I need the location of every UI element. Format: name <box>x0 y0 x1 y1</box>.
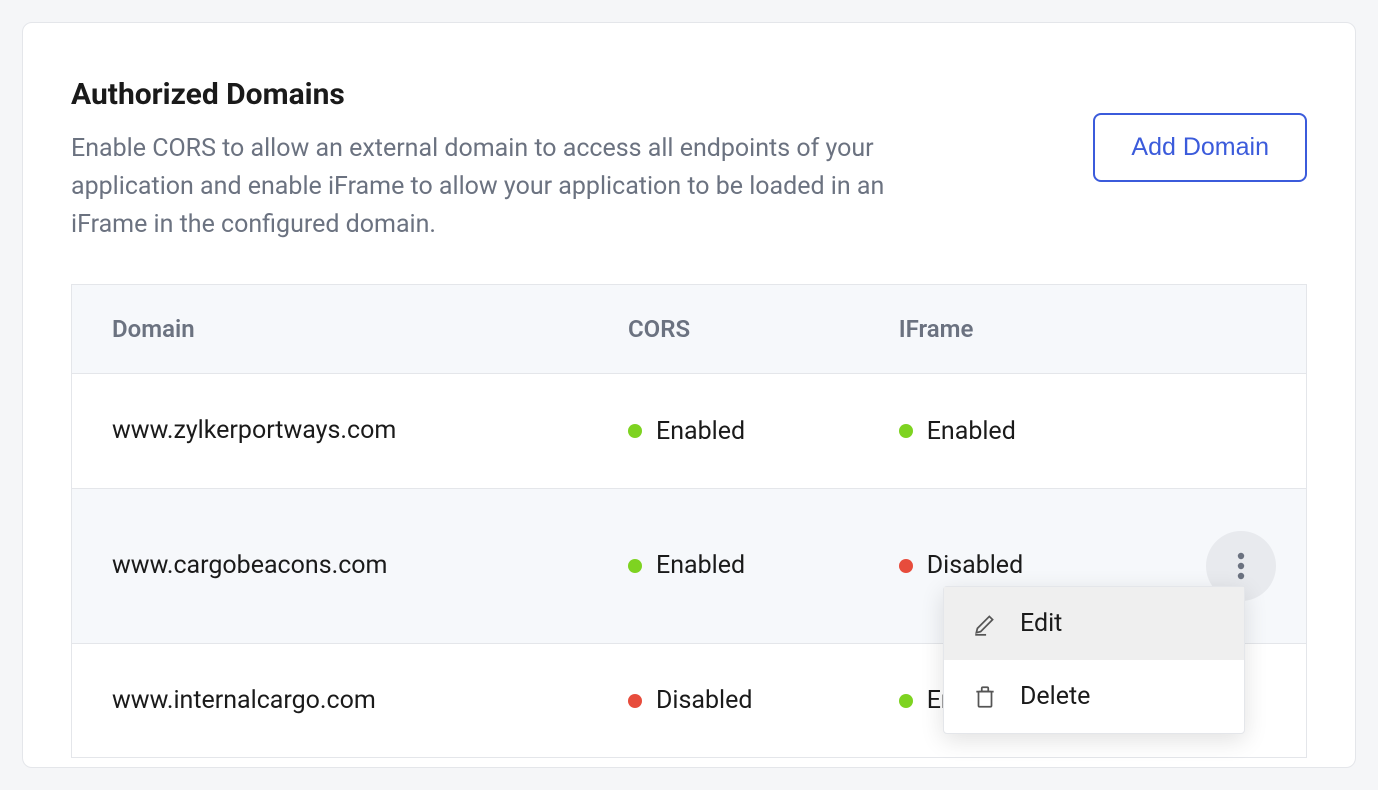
status-label: Enabled <box>656 551 745 580</box>
col-header-actions <box>1166 285 1307 374</box>
domain-cell: www.internalcargo.com <box>72 643 588 758</box>
status-badge: Enabled <box>628 417 745 446</box>
edit-icon <box>972 611 998 637</box>
menu-item-label: Edit <box>1020 609 1062 638</box>
status-dot-icon <box>899 694 913 708</box>
status-dot-icon <box>628 694 642 708</box>
status-label: Enabled <box>927 417 1016 446</box>
status-dot-icon <box>628 559 642 573</box>
menu-item-label: Delete <box>1020 682 1090 711</box>
status-badge: Disabled <box>628 686 752 715</box>
domain-cell: www.cargobeacons.com <box>72 488 588 643</box>
trash-icon <box>972 684 998 710</box>
status-dot-icon <box>899 559 913 573</box>
iframe-cell: Enabled <box>859 374 1166 489</box>
status-label: Disabled <box>927 551 1023 580</box>
status-badge: Disabled <box>899 551 1023 580</box>
more-vertical-icon <box>1237 551 1245 581</box>
status-badge: Enabled <box>628 551 745 580</box>
col-header-iframe: IFrame <box>859 285 1166 374</box>
authorized-domains-card: Authorized Domains Enable CORS to allow … <box>22 22 1356 768</box>
table-header-row: Domain CORS IFrame <box>72 285 1307 374</box>
row-actions-menu: Edit Delete <box>943 586 1245 734</box>
menu-item-edit[interactable]: Edit <box>944 587 1244 660</box>
section-header: Authorized Domains Enable CORS to allow … <box>71 77 1307 244</box>
section-title: Authorized Domains <box>71 77 901 112</box>
domain-cell: www.zylkerportways.com <box>72 374 588 489</box>
add-domain-button[interactable]: Add Domain <box>1093 113 1307 182</box>
status-label: Disabled <box>656 686 752 715</box>
domains-table-wrap: Domain CORS IFrame www.zylkerportways.co… <box>71 284 1307 758</box>
status-dot-icon <box>628 424 642 438</box>
section-description: Enable CORS to allow an external domain … <box>71 130 901 244</box>
header-text-block: Authorized Domains Enable CORS to allow … <box>71 77 901 244</box>
cors-cell: Disabled <box>588 643 859 758</box>
status-label: Enabled <box>656 417 745 446</box>
cors-cell: Enabled <box>588 374 859 489</box>
cors-cell: Enabled <box>588 488 859 643</box>
table-row: www.zylkerportways.com Enabled Enabled <box>72 374 1307 489</box>
menu-item-delete[interactable]: Delete <box>944 660 1244 733</box>
actions-cell <box>1166 374 1307 489</box>
col-header-cors: CORS <box>588 285 859 374</box>
status-dot-icon <box>899 424 913 438</box>
col-header-domain: Domain <box>72 285 588 374</box>
status-badge: Enabled <box>899 417 1016 446</box>
